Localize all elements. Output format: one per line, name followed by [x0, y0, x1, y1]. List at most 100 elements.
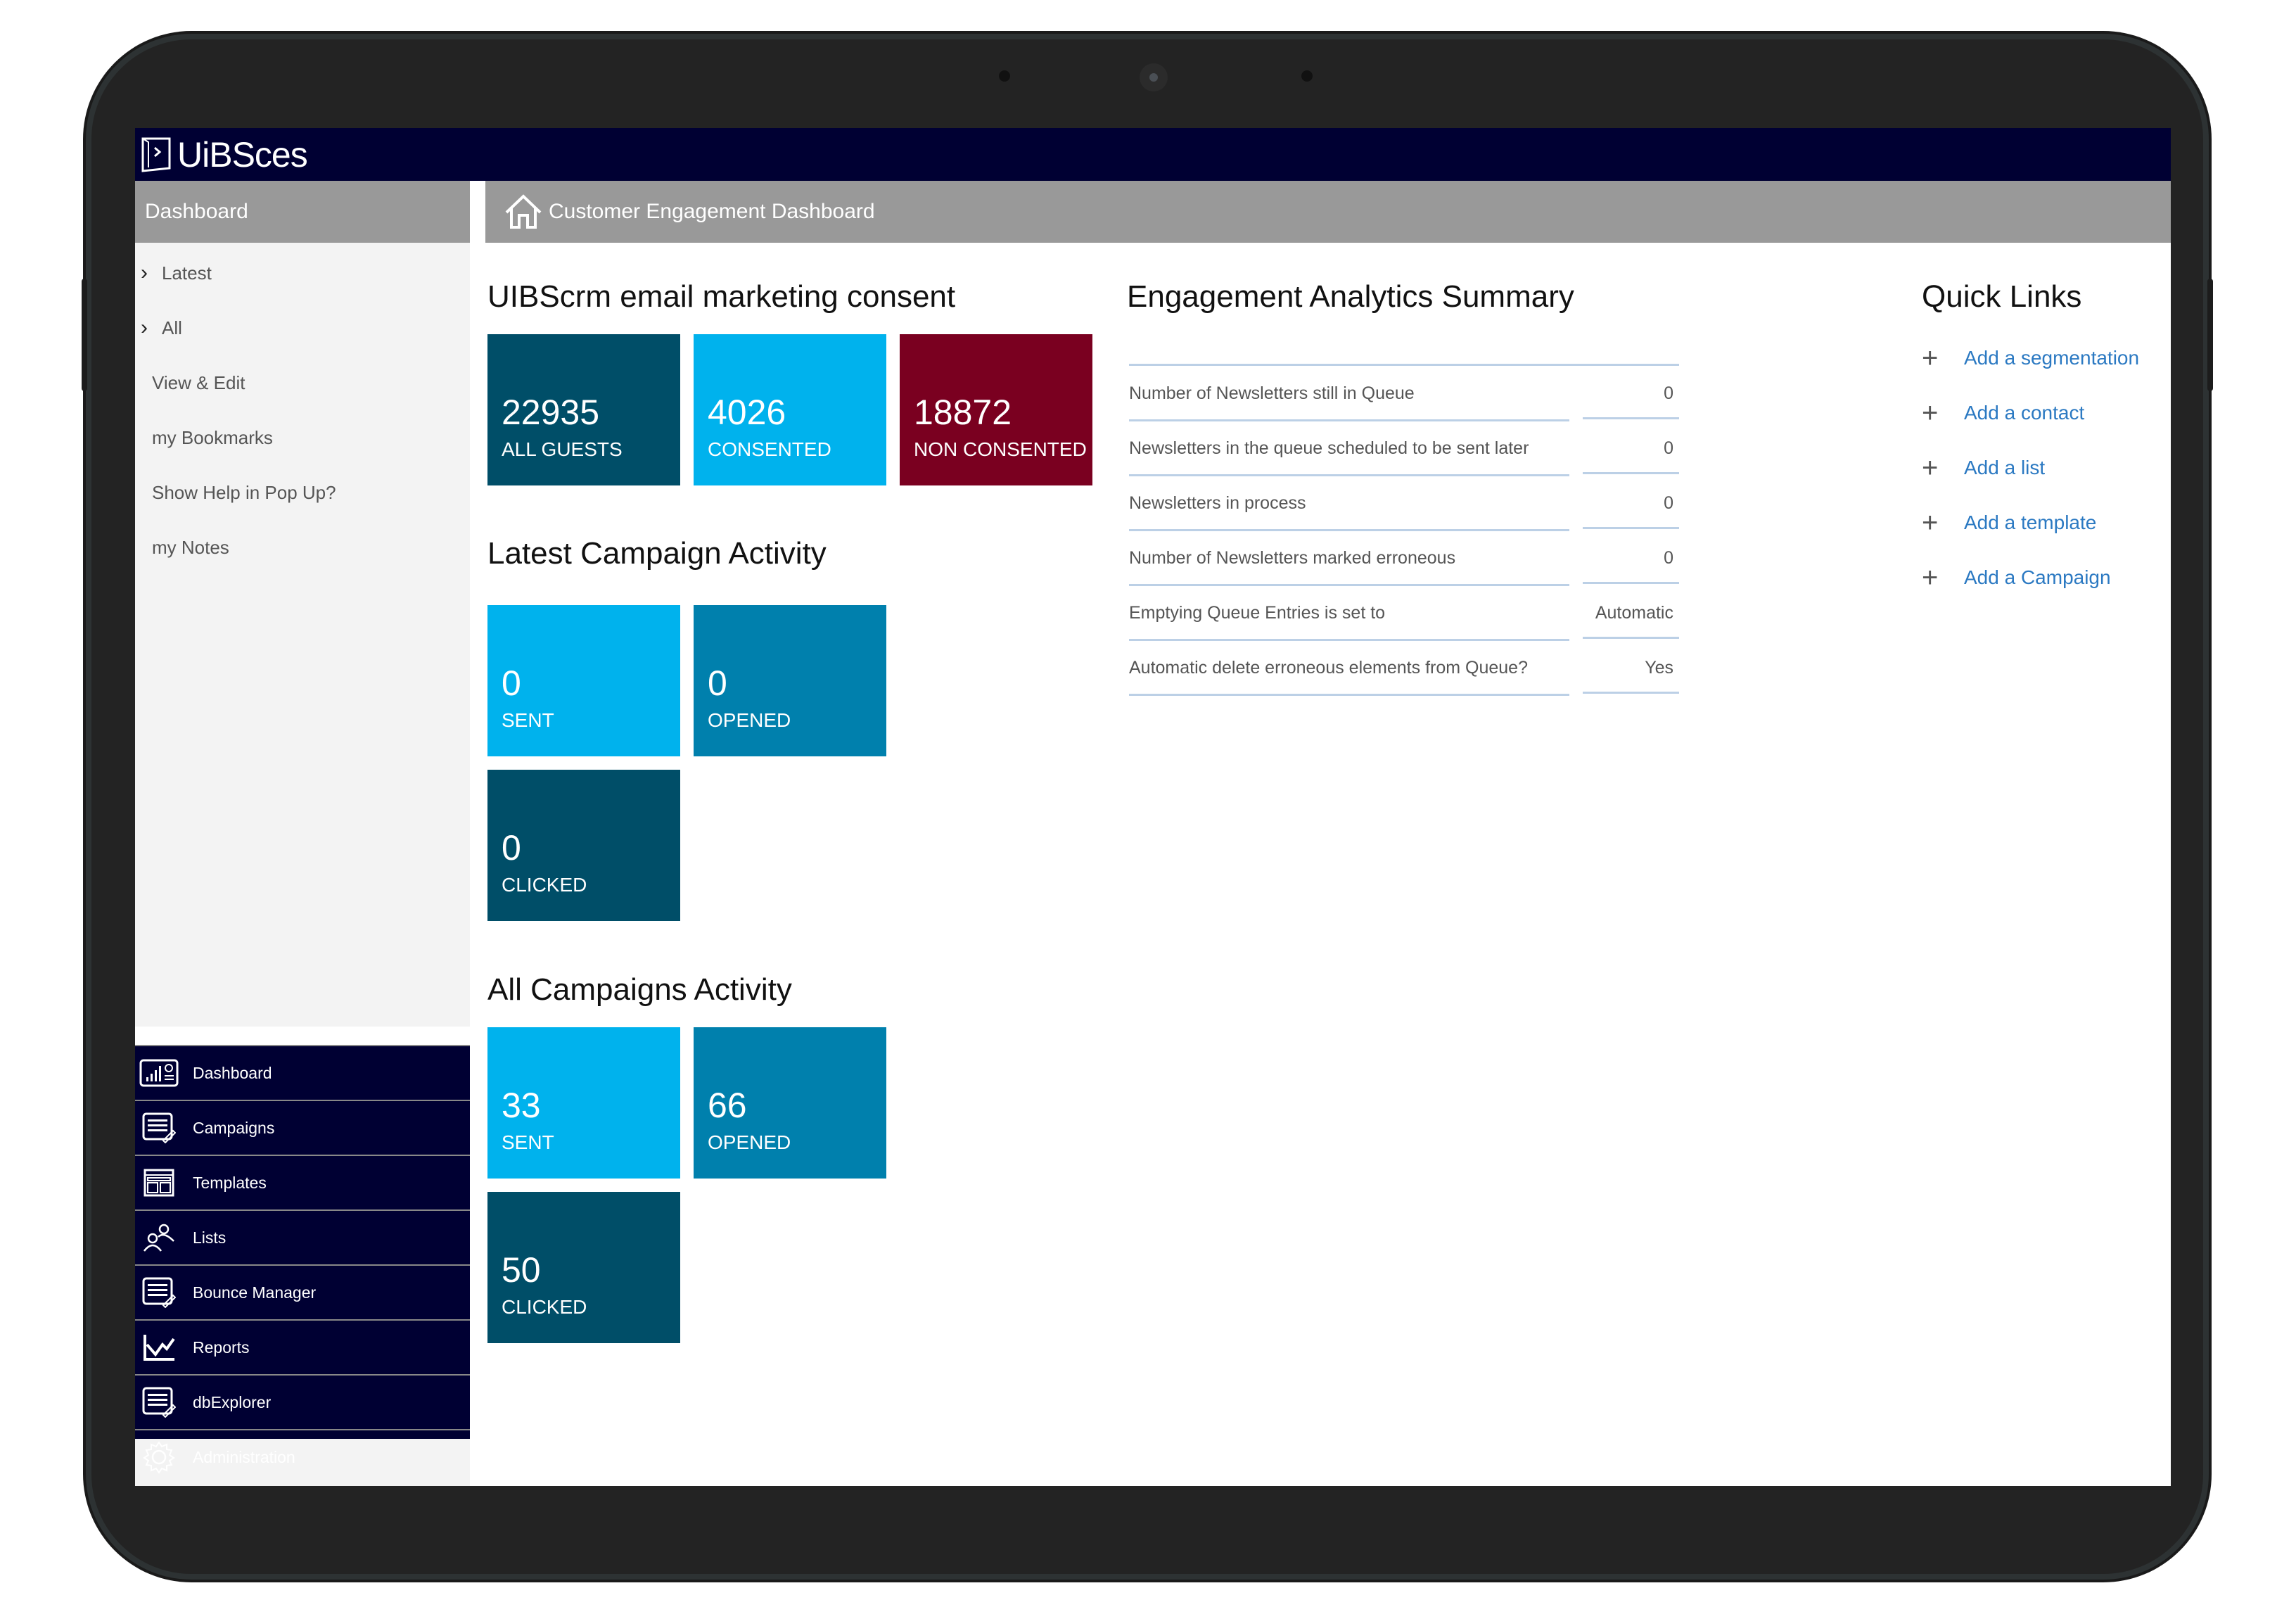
- sidebar-item-label: Show Help in Pop Up?: [152, 482, 336, 503]
- tile-all-opened[interactable]: 66 OPENED: [694, 1027, 886, 1179]
- chevron-right-icon: ›: [141, 316, 148, 339]
- home-icon[interactable]: [504, 194, 543, 229]
- tile-consented[interactable]: 4026 CONSENTED: [694, 334, 886, 485]
- tile-latest-clicked[interactable]: 0 CLICKED: [487, 770, 680, 921]
- dashboard-icon: [139, 1057, 179, 1088]
- nav-item-label: Reports: [193, 1338, 250, 1357]
- row-label: Number of Newsletters still in Queue: [1129, 366, 1569, 421]
- table-row: Newsletters in process 0: [1129, 476, 1679, 531]
- nav-item-label: Lists: [193, 1228, 227, 1247]
- tile-latest-sent[interactable]: 0 SENT: [487, 605, 680, 756]
- device-side-button-right: [2207, 279, 2213, 391]
- plus-icon: +: [1922, 452, 1939, 483]
- tile-all-sent[interactable]: 33 SENT: [487, 1027, 680, 1179]
- tile-value: 4026: [708, 393, 786, 432]
- sidebar-item-all[interactable]: › All: [135, 300, 470, 355]
- top-bar: UiBSces: [135, 128, 2171, 181]
- sidebar-item-show-help-popup[interactable]: Show Help in Pop Up?: [135, 465, 470, 520]
- sidebar-item-label: View & Edit: [152, 372, 245, 393]
- users-icon: [139, 1222, 179, 1253]
- sidebar-item-label: my Bookmarks: [152, 427, 273, 448]
- sidebar-item-my-bookmarks[interactable]: my Bookmarks: [135, 410, 470, 465]
- tile-latest-opened[interactable]: 0 OPENED: [694, 605, 886, 756]
- quick-link-add-segmentation[interactable]: + Add a segmentation: [1922, 331, 2139, 386]
- quick-link-add-template[interactable]: + Add a template: [1922, 495, 2139, 550]
- tile-value: 18872: [914, 393, 1012, 432]
- table-row: Automatic delete erroneous elements from…: [1129, 640, 1679, 696]
- tile-label: ALL GUESTS: [502, 438, 623, 460]
- tile-label: CLICKED: [502, 1296, 587, 1318]
- table-row: Newsletters in the queue scheduled to be…: [1129, 421, 1679, 476]
- sidebar-item-label: my Notes: [152, 537, 229, 558]
- tile-value: 22935: [502, 393, 600, 432]
- templates-icon: [139, 1167, 179, 1198]
- tile-value: 50: [502, 1250, 541, 1290]
- tile-label: NON CONSENTED: [914, 438, 1087, 460]
- sidebar-item-view-edit[interactable]: View & Edit: [135, 355, 470, 410]
- nav-item-reports[interactable]: Reports: [135, 1319, 470, 1374]
- analytics-table: Number of Newsletters still in Queue 0 N…: [1129, 364, 1679, 696]
- nav-item-dbexplorer[interactable]: dbExplorer: [135, 1374, 470, 1429]
- quick-link-label: Add a Campaign: [1964, 566, 2111, 588]
- quick-link-add-campaign[interactable]: + Add a Campaign: [1922, 550, 2139, 605]
- campaigns-icon: [139, 1112, 179, 1143]
- chevron-right-icon: ›: [141, 261, 148, 284]
- quick-link-label: Add a list: [1964, 457, 2046, 478]
- nav-item-campaigns[interactable]: Campaigns: [135, 1100, 470, 1155]
- nav-item-dashboard[interactable]: Dashboard: [135, 1045, 470, 1100]
- row-value: 0: [1583, 476, 1679, 529]
- plus-icon: +: [1922, 398, 1939, 428]
- row-label: Number of Newsletters marked erroneous: [1129, 531, 1569, 586]
- logo-door-icon: [141, 137, 171, 172]
- logo-text: UiBSces: [177, 135, 308, 174]
- nav-item-administration[interactable]: Administration: [135, 1429, 470, 1484]
- tile-all-guests[interactable]: 22935 ALL GUESTS: [487, 334, 680, 485]
- tile-value: 0: [708, 663, 727, 703]
- plus-icon: +: [1922, 507, 1939, 538]
- nav-item-bounce-manager[interactable]: Bounce Manager: [135, 1264, 470, 1319]
- tile-all-clicked[interactable]: 50 CLICKED: [487, 1192, 680, 1343]
- table-row: Emptying Queue Entries is set to Automat…: [1129, 585, 1679, 641]
- nav-item-label: Dashboard: [193, 1063, 272, 1082]
- analytics-title: Engagement Analytics Summary: [1127, 279, 1574, 314]
- tile-label: OPENED: [708, 1131, 791, 1153]
- tile-value: 33: [502, 1086, 541, 1125]
- plus-icon: +: [1922, 562, 1939, 593]
- sidebar-item-my-notes[interactable]: my Notes: [135, 520, 470, 575]
- nav-item-lists[interactable]: Lists: [135, 1209, 470, 1264]
- quick-link-label: Add a template: [1964, 512, 2097, 533]
- app-logo[interactable]: UiBSces: [141, 134, 308, 176]
- app-screen: UiBSces Dashboard › Latest › All View & …: [135, 128, 2171, 1486]
- line-chart-icon: [139, 1332, 179, 1363]
- quick-link-add-list[interactable]: + Add a list: [1922, 440, 2139, 495]
- quick-link-add-contact[interactable]: + Add a contact: [1922, 386, 2139, 440]
- quick-links-title: Quick Links: [1922, 279, 2082, 314]
- main-navigation: Dashboard Campaigns Templates Lists Boun…: [135, 1045, 470, 1474]
- device-sensor-left: [999, 70, 1010, 82]
- table-row: Number of Newsletters marked erroneous 0: [1129, 531, 1679, 586]
- device-camera-icon: [1140, 63, 1168, 91]
- quick-link-label: Add a segmentation: [1964, 347, 2140, 369]
- nav-item-templates[interactable]: Templates: [135, 1155, 470, 1209]
- device-sensor-right: [1301, 70, 1313, 82]
- tile-non-consented[interactable]: 18872 NON CONSENTED: [900, 334, 1092, 485]
- all-campaigns-title: All Campaigns Activity: [487, 972, 792, 1007]
- row-value: 0: [1583, 366, 1679, 419]
- tile-value: 66: [708, 1086, 747, 1125]
- row-label: Newsletters in process: [1129, 476, 1569, 531]
- sidebar-item-latest[interactable]: › Latest: [135, 246, 470, 300]
- table-row: Number of Newsletters still in Queue 0: [1129, 366, 1679, 421]
- latest-campaign-title: Latest Campaign Activity: [487, 536, 827, 571]
- sidebar-menu: › Latest › All View & Edit my Bookmarks …: [135, 243, 470, 575]
- tile-value: 0: [502, 663, 521, 703]
- row-label: Newsletters in the queue scheduled to be…: [1129, 421, 1569, 476]
- tile-label: SENT: [502, 1131, 554, 1153]
- sidebar-header: Dashboard: [135, 181, 470, 243]
- sidebar-item-label: All: [162, 317, 182, 338]
- row-label: Emptying Queue Entries is set to: [1129, 585, 1569, 641]
- quick-links-list: + Add a segmentation + Add a contact + A…: [1922, 331, 2139, 605]
- device-side-button-left: [82, 279, 87, 391]
- nav-item-label: dbExplorer: [193, 1392, 272, 1411]
- page-header: Customer Engagement Dashboard: [485, 181, 2171, 243]
- nav-item-label: Administration: [193, 1447, 295, 1466]
